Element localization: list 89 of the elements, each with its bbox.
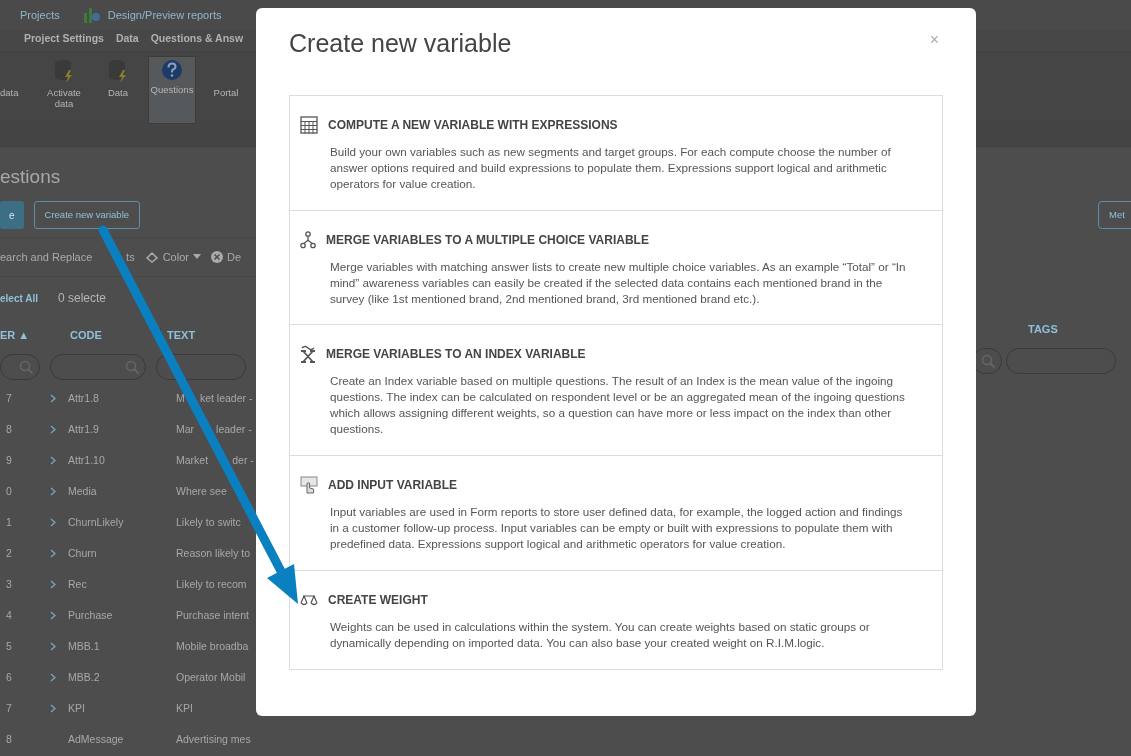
ribbon-button[interactable]: Data — [94, 52, 142, 127]
search-icon — [125, 360, 139, 374]
top-bar-link[interactable]: Design/Preview reports — [107, 6, 222, 24]
text-cell-text: KPI — [176, 700, 193, 716]
ribbon-button[interactable]: Activate data — [40, 52, 88, 127]
option-description: Build your own variables such as new segments and target groups. For each compute choose the number of answer options required and build expressions to populate them. Expressions support logical and arithmetic operators for value creation. — [330, 144, 892, 192]
column-header[interactable]: TAGS — [1028, 320, 1058, 338]
column-header[interactable]: TEXT — [160, 326, 250, 344]
menu-tab[interactable]: Questions & Answ — [150, 31, 244, 51]
page-button[interactable]: Create new variable — [33, 201, 141, 229]
code-cell-text: Media — [68, 483, 98, 499]
toolbar-text[interactable]: ts — [126, 248, 135, 266]
code-cell-text: AdMessage — [68, 731, 125, 747]
option-description: Create an Index variable based on multiple questions. The result of an Index is the mean value of the ingoing questions. The index can be calculated on respondent level or be an aggregated mean of the ingoing questions which allows assigning different weights, so a question can have more or less impact on the index than other questions. — [330, 373, 906, 438]
page-title: estions — [0, 165, 62, 187]
option-title[interactable]: COMPUTE A NEW VARIABLE WITH EXPRESSIONS — [328, 116, 618, 134]
menu-tab[interactable]: Project Settings — [24, 31, 104, 51]
text-cell-text: leader - — [216, 421, 252, 437]
row-number: 8 — [5, 421, 13, 437]
code-cell-text: Churn — [68, 545, 98, 561]
option-description: Merge variables with matching answer lists to create new multiple choice variables. As an example “Total” or “In mind” awareness variables can easily be created if the selected data contains each mentioned brand in the survey (like 1st mentioned brand, 2nd mentioned brand, 3rd mentioned brand etc.). — [330, 258, 907, 307]
text-cell-text: Reason likely to — [176, 545, 251, 561]
row-number: 1 — [5, 514, 13, 530]
option-title[interactable]: ADD INPUT VARIABLE — [328, 476, 458, 495]
row-number: 7 — [5, 390, 13, 406]
text-cell-text: Mar — [176, 421, 195, 437]
row-number: 5 — [5, 638, 13, 654]
code-cell-text: Attr1.9 — [68, 421, 100, 437]
text-cell-text: Purchase intent — [176, 607, 249, 623]
code-cell-text: MBB.1 — [68, 638, 101, 654]
row-number: 0 — [5, 483, 13, 499]
select-all-link[interactable]: elect All — [0, 290, 38, 306]
code-cell-text: ChurnLikely — [68, 514, 125, 530]
chart-icon — [81, 5, 102, 25]
text-cell-text: Market — [176, 452, 209, 468]
text-cell-text: Where see — [176, 483, 227, 499]
code-cell-text: Attr1.8 — [68, 390, 100, 406]
option-description: Input variables are used in Form reports to store user defined data, for example, the logged action and findings in a customer follow-up process. Input variables can be empty or built with expressions to populate them with predefined data. Expressions support logical and arithmetic operators for value creation. — [330, 504, 904, 552]
text-cell-text: ket leader - — [199, 390, 253, 406]
search-icon — [981, 354, 995, 368]
text-cell-text: M — [176, 390, 185, 406]
hand-form-icon — [300, 476, 318, 495]
column-header[interactable]: ER ▲ — [0, 326, 70, 344]
close-button[interactable]: × — [925, 32, 943, 48]
branch-nodes-icon — [300, 230, 316, 249]
balance-scale-icon — [300, 593, 318, 606]
option-title[interactable]: MERGE VARIABLES TO AN INDEX VARIABLE — [326, 345, 586, 364]
ribbon-button[interactable]: data — [0, 52, 34, 127]
text-cell-text: Mobile broadba — [176, 638, 249, 654]
option-title[interactable]: CREATE WEIGHT — [328, 590, 428, 609]
text-cell-text: Likely to recom — [176, 576, 247, 592]
text-cell-text: Advertising mes — [176, 731, 251, 747]
column-header[interactable]: CODE — [70, 326, 160, 344]
help-icon — [161, 59, 183, 81]
row-number: 7 — [5, 700, 13, 716]
code-cell-text: KPI — [68, 700, 86, 716]
row-number: 8 — [5, 731, 13, 747]
text-cell-text: Operator Mobil — [176, 669, 246, 685]
row-number: 4 — [5, 607, 13, 623]
row-number: 2 — [5, 545, 13, 561]
menu-tab[interactable]: Data — [115, 31, 139, 51]
text-cell-text: der - — [232, 452, 254, 468]
code-cell-text: Rec — [68, 576, 88, 592]
database-icon — [107, 58, 129, 84]
close-circle-icon — [210, 251, 223, 263]
search-icon — [19, 360, 33, 374]
page-button[interactable]: Met — [1098, 201, 1131, 229]
modal-title: Create new variable — [289, 28, 512, 58]
code-cell-text: MBB.2 — [68, 669, 101, 685]
option-title[interactable]: MERGE VARIABLES TO A MULTIPLE CHOICE VARIABLE — [326, 230, 649, 249]
ribbon-button[interactable]: Portal — [202, 52, 250, 127]
caret-icon — [192, 254, 201, 260]
toolbar-text[interactable]: earch and Replace — [0, 248, 93, 266]
text-cell-text: Likely to switc — [176, 514, 241, 530]
calculator-icon — [300, 116, 318, 134]
ribbon-button[interactable]: Questions — [148, 56, 196, 124]
toolbar-button[interactable]: Color — [144, 248, 201, 266]
row-number: 3 — [5, 576, 13, 592]
code-cell-text: Attr1.10 — [68, 452, 106, 468]
row-number: 9 — [5, 452, 13, 468]
x-tilde-icon — [300, 345, 316, 364]
row-number: 6 — [5, 669, 13, 685]
toolbar-button[interactable]: De — [210, 248, 241, 266]
selection-count: 0 selecte — [58, 290, 106, 307]
code-cell-text: Purchase — [68, 607, 114, 623]
option-description: Weights can be used in calculations within the system. You can create weights based on static groups or dynamically depending on imported data. You can also base your created weight on R.I.M.logic. — [330, 618, 871, 651]
top-bar-link[interactable]: Projects — [20, 6, 60, 24]
page-button[interactable]: e — [0, 201, 24, 229]
database-icon — [53, 58, 75, 84]
